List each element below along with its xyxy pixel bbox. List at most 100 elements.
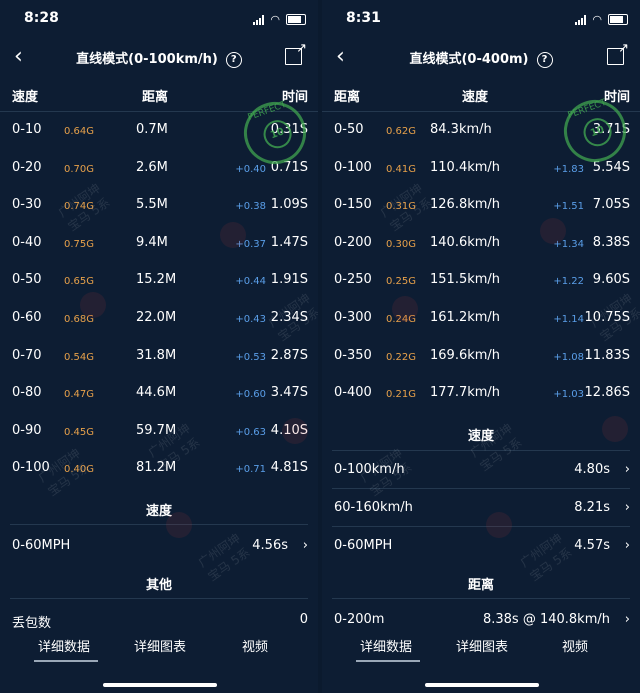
range-label: 0-80 <box>12 385 42 401</box>
row-value: 2.6M <box>136 159 168 175</box>
nav-bar: ‹ 直线模式(0-400m)? <box>322 40 640 76</box>
table-row: 0-350 0.22G 169.6km/h +1.08 11.83S <box>322 340 640 376</box>
table-row: 0-70 0.54G 31.8M +0.53 2.87S <box>0 340 318 376</box>
row-value: 140.6km/h <box>430 234 501 250</box>
table-row: 0-40 0.75G 9.4M +0.37 1.47S <box>0 227 318 263</box>
delta-value: +1.03 <box>553 389 584 401</box>
status-time: 8:31 <box>346 10 381 26</box>
g-force-value: 0.45G <box>64 426 95 438</box>
chevron-right-icon: › <box>624 462 630 477</box>
time-value: 3.47S <box>270 385 308 401</box>
time-value: 7.05S <box>592 197 630 213</box>
time-value: 12.86S <box>584 385 630 401</box>
time-value: 1.47S <box>270 234 308 250</box>
g-force-value: 0.65G <box>64 276 95 288</box>
watermark-logo <box>486 512 512 538</box>
row-value: 9.4M <box>136 234 168 250</box>
range-label: 0-350 <box>334 347 372 363</box>
tab-detail-data[interactable]: 详细数据 <box>360 636 412 655</box>
help-icon[interactable]: ? <box>225 51 242 68</box>
range-label: 0-250 <box>334 272 372 288</box>
row-value: 31.8M <box>136 347 177 363</box>
row-value: 169.6km/h <box>430 347 501 363</box>
row-value: 151.5km/h <box>430 272 501 288</box>
chevron-right-icon: › <box>624 538 630 553</box>
time-value: 4.81S <box>270 460 308 476</box>
divider <box>10 598 308 599</box>
g-force-value: 0.64G <box>64 126 95 137</box>
time-value: 8.38S <box>592 234 630 250</box>
g-force-value: 0.54G <box>64 351 95 363</box>
status-bar: 8:28 ◠ <box>0 0 318 38</box>
tab-video[interactable]: 视频 <box>242 636 268 655</box>
table-row: 0-30 0.74G 5.5M +0.38 1.09S <box>0 189 318 225</box>
row-value: 5.5M <box>136 197 168 213</box>
delta-value: +0.63 <box>235 426 266 438</box>
row-value: 110.4km/h <box>430 159 501 175</box>
table-row: 0-150 0.31G 126.8km/h +1.51 7.05S <box>322 189 640 225</box>
g-force-value: 0.47G <box>64 389 95 401</box>
tab-indicator <box>356 660 420 662</box>
summary-row[interactable]: 0-200m 8.38s @ 140.8km/h › <box>322 606 640 636</box>
row-value: 0.7M <box>136 122 168 137</box>
range-label: 0-60 <box>12 310 42 325</box>
tab-video[interactable]: 视频 <box>562 636 588 655</box>
chevron-right-icon: › <box>624 500 630 515</box>
battery-icon <box>286 14 306 25</box>
row-value: 15.2M <box>136 272 177 288</box>
delta-value: +0.43 <box>235 314 266 325</box>
page-title: 直线模式(0-400m) <box>409 52 529 67</box>
row-value: 126.8km/h <box>430 197 501 213</box>
summary-row[interactable]: 0-60MPH 4.56s › <box>0 532 318 562</box>
summary-row[interactable]: 0-60MPH 4.57s › <box>322 532 640 562</box>
tab-detail-chart[interactable]: 详细图表 <box>456 636 508 655</box>
range-label: 0-10 <box>12 122 42 137</box>
header-speed: 速度 <box>462 90 489 105</box>
tab-detail-chart[interactable]: 详细图表 <box>134 636 186 655</box>
wifi-icon: ◠ <box>592 13 602 26</box>
nav-bar: ‹ 直线模式(0-100km/h)? <box>0 40 318 76</box>
tab-detail-data[interactable]: 详细数据 <box>38 636 90 655</box>
header-distance: 距离 <box>334 90 361 105</box>
row-value: 161.2km/h <box>430 310 501 325</box>
watermark-logo <box>540 218 566 244</box>
table-row: 0-400 0.21G 177.7km/h +1.03 12.86S <box>322 377 640 413</box>
share-icon[interactable] <box>607 41 629 65</box>
delta-value: +0.38 <box>235 201 266 213</box>
row-value: 177.7km/h <box>430 385 501 401</box>
table-row: 0-200 0.30G 140.6km/h +1.34 8.38S <box>322 227 640 263</box>
watermark-logo <box>392 296 418 322</box>
battery-icon <box>608 14 628 25</box>
row-value: 22.0M <box>136 310 177 325</box>
range-label: 0-50 <box>12 272 42 288</box>
delta-value: +1.51 <box>553 201 584 213</box>
table-row: 0-250 0.25G 151.5km/h +1.22 9.60S <box>322 264 640 300</box>
watermark-logo <box>220 222 246 248</box>
watermark-logo <box>166 512 192 538</box>
range-label: 0-400 <box>334 385 372 401</box>
time-value: 1.09S <box>270 197 308 213</box>
delta-value: +0.60 <box>235 389 266 401</box>
g-force-value: 0.25G <box>386 276 417 288</box>
range-label: 0-200 <box>334 234 372 250</box>
g-force-value: 0.62G <box>386 126 417 137</box>
delta-value: +1.14 <box>553 314 584 325</box>
section-distance: 距离 <box>467 578 494 593</box>
summary-row[interactable]: 60-160km/h 8.21s › <box>322 494 640 524</box>
home-indicator <box>425 683 539 687</box>
chevron-right-icon: › <box>624 612 630 627</box>
delta-value: +0.44 <box>235 276 266 288</box>
share-icon[interactable] <box>285 41 307 65</box>
chevron-right-icon: › <box>302 538 308 553</box>
divider <box>332 598 630 599</box>
g-force-value: 0.30G <box>386 238 417 250</box>
g-force-value: 0.22G <box>386 351 417 363</box>
delta-value: +1.83 <box>553 163 584 175</box>
time-value: 9.60S <box>592 272 630 288</box>
table-row: 0-50 0.65G 15.2M +0.44 1.91S <box>0 264 318 300</box>
help-icon[interactable]: ? <box>536 51 553 68</box>
header-distance: 距离 <box>142 90 169 105</box>
time-value: 2.87S <box>270 347 308 363</box>
row-value: 84.3km/h <box>430 122 492 137</box>
wifi-icon: ◠ <box>270 13 280 26</box>
